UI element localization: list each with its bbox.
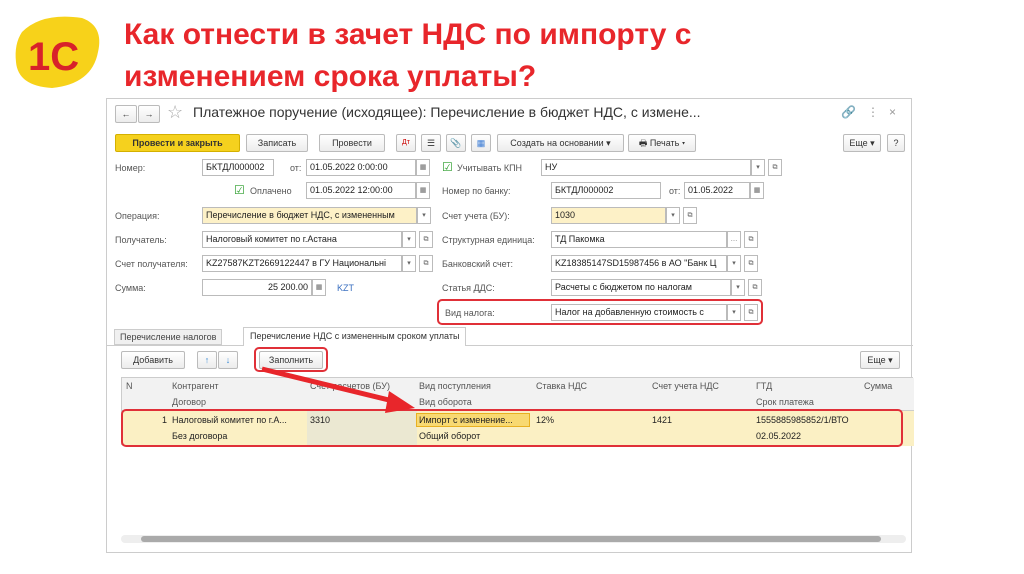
svg-text:1С: 1С — [28, 35, 79, 79]
horizontal-scrollbar[interactable] — [121, 535, 906, 543]
red-arrow — [261, 366, 415, 413]
1c-logo: 1С — [15, 16, 100, 88]
slide-title: Как отнести в зачет НДС по импорту с изме… — [124, 18, 692, 93]
document-window: ← → ☆ Платежное поручение (исходящее): П… — [106, 98, 914, 553]
